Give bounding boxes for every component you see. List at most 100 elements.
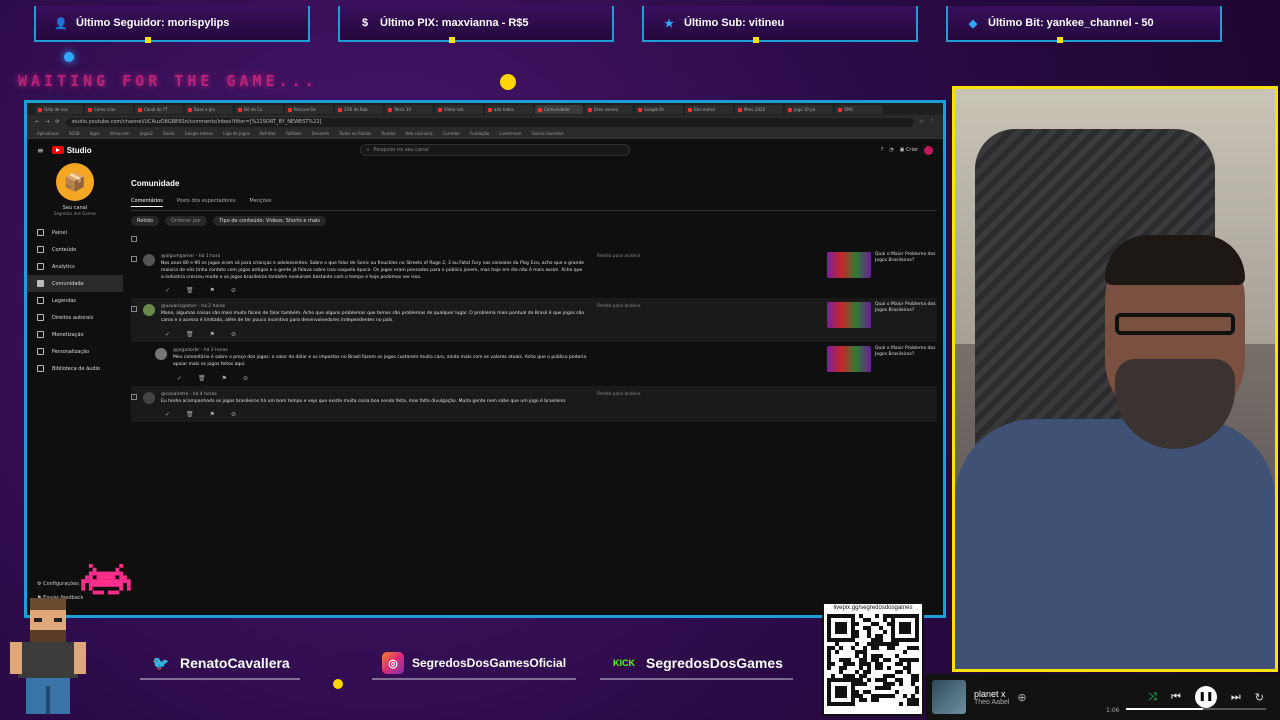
url-field[interactable]: studio.youtube.com/channel/UCAuzD8GBE6Sn… [65,117,914,127]
ban-icon[interactable]: ⊘ [231,287,236,294]
bookmark-item[interactable]: Livestream [499,131,521,136]
delete-icon[interactable]: 🗑 [186,411,194,418]
flag-icon[interactable]: ⚑ [210,287,215,294]
delete-icon[interactable]: 🗑 [186,331,194,338]
sidebar-item[interactable]: Conteúdo [27,241,123,258]
bookmark-item[interactable]: Apps [90,131,100,136]
youtube-play-icon [51,146,64,154]
flag-icon[interactable]: ⚑ [210,331,215,338]
previous-icon[interactable]: ⏮ [1171,690,1181,704]
studio-logo[interactable]: Studio [51,146,92,155]
sidebar-item[interactable]: Analytics [27,258,123,275]
progress-bar[interactable] [1126,708,1266,710]
tab-community[interactable]: Posts dos espectadores [177,198,236,207]
back-icon[interactable]: ← [35,119,39,125]
sidebar-item[interactable]: Direitos autorais [27,309,123,326]
channel-avatar[interactable]: 📦 [56,163,94,201]
sidebar-item[interactable]: Biblioteca de áudio [27,360,123,377]
reload-icon[interactable]: ⟳ [55,119,59,125]
comment-row: @usuariogamer - há 2 horas Mano, algumas … [131,298,937,342]
browser-tab[interactable]: Boas e pla [185,105,233,114]
comment-checkbox[interactable] [131,306,137,313]
delete-icon[interactable]: 🗑 [198,375,206,382]
bookmark-item[interactable]: Outros favoritos [531,131,563,136]
browser-tab[interactable]: Odio de nos [35,105,83,114]
comment-checkbox[interactable] [131,393,137,400]
browser-tab[interactable]: ZOE do Rob [335,105,383,114]
bookmark-item[interactable]: Rumbo [381,131,395,136]
help-icon[interactable]: ? [881,147,884,153]
bookmark-item[interactable]: Infracrash [110,131,130,136]
repeat-icon[interactable]: ↻ [1255,691,1264,704]
add-to-library-icon[interactable]: ⊕ [1017,691,1026,704]
ban-icon[interactable]: ⊘ [231,411,236,418]
alert-pix-label: Último PIX: maxvianna - R$5 [380,17,529,29]
shuffle-icon[interactable]: ⤨ [1148,690,1157,704]
sidebar-item[interactable]: Monetização [27,326,123,343]
bookmark-item[interactable]: FatSlots [286,131,302,136]
comment-video[interactable]: Qual o Maior Problema dos Jogos Brasilei… [827,252,937,278]
browser-tab[interactable]: Procure De [285,105,333,114]
bookmark-item[interactable]: Todos no Roblox [339,131,371,136]
bookmark-item[interactable]: Aplicativos [37,131,59,136]
next-icon[interactable]: ⏭ [1231,690,1241,704]
bookmark-item[interactable]: Refrator [260,131,276,136]
browser-tab[interactable]: Comunidade [535,105,583,114]
bookmark-item[interactable]: Ade cocinaria [405,131,432,136]
create-button[interactable]: ▣ Criar [900,147,918,153]
settings-link[interactable]: ⚙ Configurações [37,581,83,587]
delete-icon[interactable]: 🗑 [186,287,194,294]
filter-content-type[interactable]: Tipo de conteúdo: Vídeos, Shorts e mais [213,216,326,226]
page-title: Comunidade [131,179,180,188]
ban-icon[interactable]: ⊘ [243,375,248,382]
browser-tab[interactable]: Ebo moisé [685,105,733,114]
bookmark-item[interactable]: Corredor [443,131,460,136]
check-icon[interactable]: ✓ [165,411,170,418]
filter-sort[interactable]: Ordenar por [164,216,208,226]
bookmark-item[interactable]: Liga do Jogos [223,131,250,136]
tab-community[interactable]: Menções [249,198,271,207]
bookmark-item[interactable]: Fundação [470,131,489,136]
menu-icon[interactable]: ⋮ [930,119,935,125]
forward-icon[interactable]: → [45,119,49,125]
bookmark-item[interactable]: SGSB [69,131,80,136]
browser-tab[interactable]: Vídeo sob [435,105,483,114]
select-all-checkbox[interactable] [131,236,137,242]
check-icon[interactable]: ✓ [165,287,170,294]
flag-icon[interactable]: ⚑ [222,375,227,382]
check-icon[interactable]: ✓ [177,375,182,382]
browser-tab[interactable]: OMC [835,105,883,114]
sidebar-item[interactable]: Painel [27,224,123,241]
browser-tab[interactable]: Canal do YT [135,105,183,114]
ban-icon[interactable]: ⊘ [231,331,236,338]
hamburger-icon[interactable]: ≡ [37,146,44,155]
comment-video[interactable]: Qual o Maior Problema dos Jogos Brasilei… [827,345,937,372]
account-avatar[interactable] [924,145,933,155]
browser-tab[interactable]: ada todos [485,105,533,114]
search-input[interactable]: ⌕ Pesquise no seu canal [359,144,630,156]
comment-video[interactable]: Qual o Maior Problema dos Jogos Brasilei… [827,302,937,329]
notifications-icon[interactable]: ◔ [889,147,893,153]
sidebar-item[interactable]: Legendas [27,292,123,309]
browser-tab[interactable]: Tetris 10 [385,105,433,114]
browser-tab[interactable]: Jogo 10 pa [785,105,833,114]
sidebar-item[interactable]: Personalização [27,343,123,360]
browser-tab[interactable]: Dres sonaro [585,105,633,114]
browser-tab[interactable]: Google Dr [635,105,683,114]
bookmark-item[interactable]: Jogos2 [140,131,153,136]
filter-held[interactable]: Retido [131,216,159,226]
bookmark-item[interactable]: Desserts [312,131,329,136]
browser-tab[interactable]: Marc 2022 [735,105,783,114]
browser-tab[interactable]: Dé de Co [235,105,283,114]
check-icon[interactable]: ✓ [165,331,170,338]
bookmark-item[interactable]: Google tokens [185,131,214,136]
pause-button[interactable]: ❚❚ [1194,686,1217,708]
elapsed-time: 1:06 [1106,707,1120,714]
flag-icon[interactable]: ⚑ [210,411,215,418]
comment-checkbox[interactable] [131,256,137,262]
star-bookmark-icon[interactable]: ☆ [920,119,924,125]
bookmark-item[interactable]: Storik [163,131,175,136]
browser-tab[interactable]: Como criar [85,105,133,114]
tab-community[interactable]: Comentários [131,198,163,207]
sidebar-item[interactable]: Comunidade [27,275,123,292]
